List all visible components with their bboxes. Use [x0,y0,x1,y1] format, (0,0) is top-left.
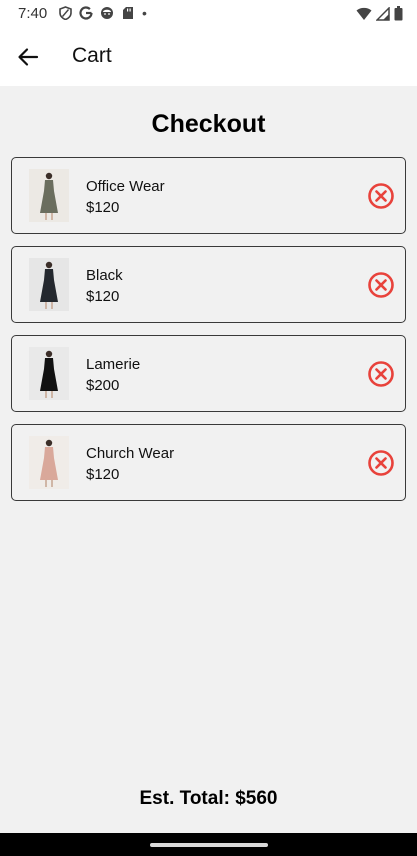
remove-item-button[interactable] [367,182,395,210]
dress-figure-image [29,169,69,222]
cart-item[interactable]: Church Wear $120 [11,424,406,501]
dress-figure-image [29,436,69,489]
face-icon [100,6,114,20]
wifi-icon [356,7,372,26]
app-bar: Cart [0,28,417,86]
product-name: Black [86,267,123,284]
product-thumbnail [29,436,69,489]
shield-icon [58,6,72,20]
arrow-left-icon [18,48,39,66]
remove-circle-x-icon [368,272,394,298]
remove-circle-x-icon [368,450,394,476]
product-price: $120 [86,199,120,216]
sd-card-icon [121,6,135,20]
dress-figure-image [29,347,69,400]
product-thumbnail [29,169,69,222]
product-price: $120 [86,466,120,483]
back-button[interactable] [12,41,44,73]
cart-list: Office Wear $120 Black $120 Lamerie $200 [11,157,406,513]
product-price: $200 [86,377,120,394]
product-thumbnail [29,258,69,311]
product-name: Lamerie [86,356,141,373]
cart-item[interactable]: Black $120 [11,246,406,323]
remove-item-button[interactable] [367,271,395,299]
product-name: Church Wear [86,445,175,462]
home-indicator[interactable] [150,843,268,847]
dress-figure-image [29,258,69,311]
battery-icon [394,6,403,26]
google-g-icon [79,6,93,20]
product-thumbnail [29,347,69,400]
est-total: Est. Total: $560 [139,788,278,809]
remove-item-button[interactable] [367,449,395,477]
product-price: $120 [86,288,120,305]
cart-item[interactable]: Lamerie $200 [11,335,406,412]
app-bar-title: Cart [72,44,112,67]
cart-item[interactable]: Office Wear $120 [11,157,406,234]
page-title: Checkout [151,110,266,138]
system-nav-bar [0,833,417,856]
status-icons-left: • [58,5,147,21]
cell-signal-icon [375,5,390,26]
status-icons-right [356,5,403,26]
status-bar: 7:40 • [0,0,417,28]
status-time: 7:40 [18,5,48,22]
remove-circle-x-icon [368,183,394,209]
remove-item-button[interactable] [367,360,395,388]
product-name: Office Wear [86,178,165,195]
notification-dot: • [142,5,147,21]
remove-circle-x-icon [368,361,394,387]
